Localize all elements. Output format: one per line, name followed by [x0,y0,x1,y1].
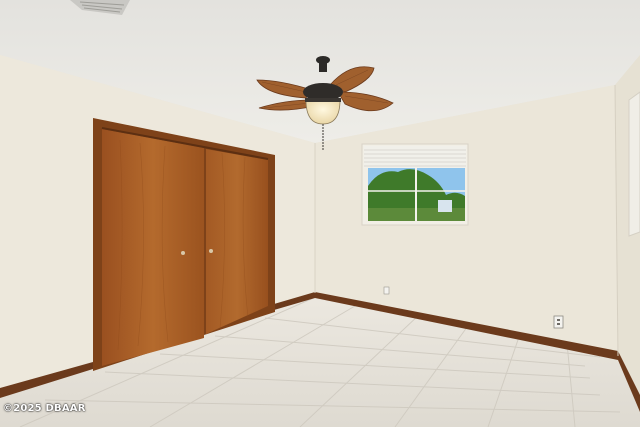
window [361,143,469,226]
closet-knob-right [209,249,213,253]
closet-door-right [206,149,268,334]
window-blind [364,146,466,168]
closet-knob-left [181,251,185,255]
room-illustration [0,0,640,427]
room-photo: ©2025 DBAAR [0,0,640,427]
closet-door-left [102,129,204,366]
wall-plug-small [383,286,390,295]
electrical-outlet-icon [553,315,564,329]
right-window-edge [628,91,640,237]
copyright-watermark: ©2025 DBAAR [3,403,86,414]
